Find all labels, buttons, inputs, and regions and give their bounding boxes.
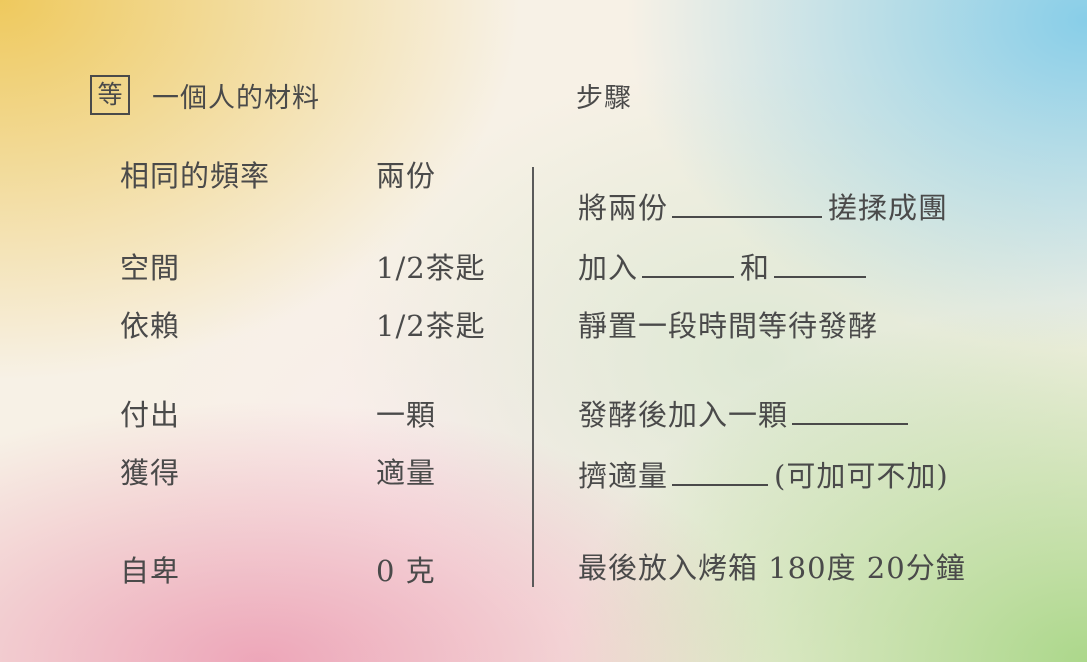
step-5: 擠適量 (可加可不加) (578, 458, 949, 494)
ingredient-name: 依賴 (120, 309, 181, 343)
steps-title: 步驟 (576, 83, 632, 114)
ingredient-amount: 一顆 (376, 398, 437, 432)
title-badge: 等 (90, 75, 130, 115)
step-text: 靜置一段時間等待發酵 (578, 309, 879, 343)
step-text: 發酵後加入一顆 (578, 398, 789, 432)
ingredient-amount: 適量 (376, 456, 437, 490)
ingredient-amount: 1/2茶匙 (376, 309, 486, 343)
ingredient-name: 獲得 (120, 456, 181, 490)
fill-blank (774, 250, 867, 278)
ingredient-name: 空間 (120, 251, 181, 285)
step-text: 和 (740, 251, 771, 285)
step-text: 將兩份 (578, 191, 669, 225)
ingredient-amount: 0 克 (376, 554, 436, 588)
ingredient-amount: 兩份 (376, 159, 437, 193)
step-text: 加入 (578, 251, 639, 285)
ingredients-title: 一個人的材料 (152, 83, 320, 114)
step-text: 最後放入烤箱 180度 20分鐘 (578, 551, 966, 585)
column-divider (532, 167, 534, 587)
ingredient-name: 相同的頻率 (120, 159, 271, 193)
step-6: 最後放入烤箱 180度 20分鐘 (578, 550, 966, 586)
step-text: 擠適量 (578, 459, 669, 493)
step-text: 搓揉成團 (828, 191, 949, 225)
fill-blank (642, 250, 735, 278)
fill-blank (792, 397, 909, 425)
step-text: (可加可不加) (774, 459, 949, 493)
fill-blank (672, 190, 823, 218)
ingredient-name: 自卑 (120, 554, 181, 588)
step-3: 靜置一段時間等待發酵 (578, 308, 878, 344)
fill-blank (672, 458, 769, 486)
step-4: 發酵後加入一顆 (578, 397, 914, 433)
ingredient-amount: 1/2茶匙 (376, 251, 486, 285)
step-1: 將兩份 搓揉成團 (578, 190, 948, 226)
ingredient-name: 付出 (120, 398, 181, 432)
step-2: 加入 和 (578, 250, 872, 286)
